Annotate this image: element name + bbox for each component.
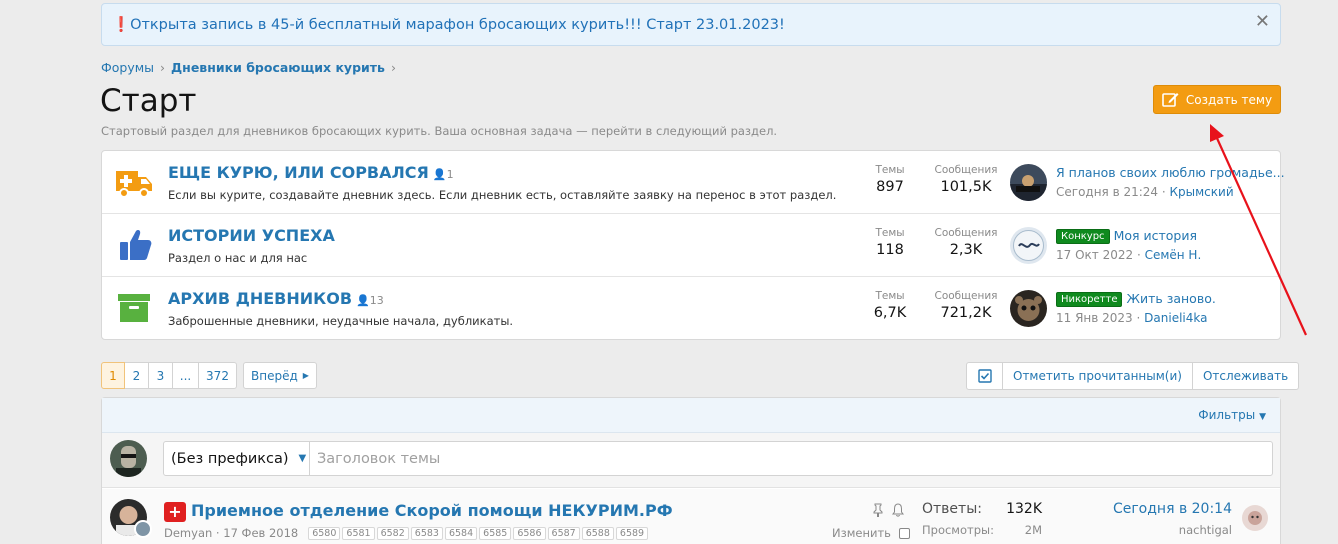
caret-right-icon: ▶ — [302, 371, 309, 380]
user-icon: 👤 — [356, 294, 370, 307]
edit-thread-link[interactable]: Изменить — [832, 526, 910, 540]
page-link-last[interactable]: 372 — [199, 362, 237, 389]
notice-banner: ❗Открыта запись в 45-й бесплатный марафо… — [101, 3, 1281, 46]
next-page-button[interactable]: Вперёд ▶ — [243, 362, 317, 389]
watch-button[interactable]: Отслеживать — [1192, 362, 1300, 390]
thumbs-up-icon — [114, 228, 154, 262]
archive-icon — [114, 291, 154, 325]
page-description: Стартовый раздел для дневников бросающих… — [101, 124, 778, 138]
chevron-right-icon: › — [390, 60, 396, 75]
subforum-row: ИСТОРИИ УСПЕХА Раздел о нас и для нас Те… — [102, 214, 1280, 277]
thread-page-link[interactable]: 6586 — [513, 526, 546, 540]
last-post-title[interactable]: Я планов своих люблю громадье... — [1056, 165, 1285, 180]
bell-icon — [892, 503, 904, 517]
thread-actions: Отметить прочитанным(и) Отслеживать — [966, 362, 1300, 390]
page-link[interactable]: 2 — [125, 362, 149, 389]
messages-stat: Сообщения 721,2K — [934, 290, 998, 321]
messages-stat: Сообщения 101,5K — [934, 164, 998, 195]
subforum-row: АРХИВ ДНЕВНИКОВ 👤13 Заброшенные дневники,… — [102, 277, 1280, 340]
edit-icon — [1162, 93, 1179, 107]
avatar[interactable] — [1010, 290, 1047, 327]
viewers-count: 👤1 — [432, 168, 454, 181]
caret-down-icon: ▼ — [298, 453, 307, 464]
breadcrumb-diaries[interactable]: Дневники бросающих курить — [171, 60, 385, 75]
topics-stat: Темы 118 — [875, 227, 905, 258]
filters-dropdown[interactable]: Фильтры ▼ — [1198, 408, 1266, 422]
breadcrumb: Форумы › Дневники бросающих курить › — [101, 60, 402, 75]
last-post-title[interactable]: Никоретте Жить заново. — [1056, 291, 1216, 307]
thread-page-link[interactable]: 6583 — [410, 526, 443, 540]
thread-page-link[interactable]: 6580 — [308, 526, 341, 540]
thread-status-icons — [872, 503, 904, 517]
thread-stats: Ответы: 132K Просмотры: 2M — [922, 501, 1042, 537]
create-topic-button[interactable]: Создать тему — [1153, 85, 1281, 114]
medical-cross-icon: + — [164, 502, 186, 522]
thread-page-link[interactable]: 6589 — [615, 526, 649, 540]
viewers-count: 👤13 — [356, 294, 384, 307]
quick-thread-form: (Без префикса) ▼ — [163, 441, 1273, 476]
subforum-row: ЕЩЕ КУРЮ, ИЛИ СОРВАЛСЯ 👤1 Если вы курите,… — [102, 151, 1285, 214]
subforum-description: Заброшенные дневники, неудачные начала, … — [168, 314, 514, 328]
filter-bar: Фильтры ▼ — [102, 398, 1280, 433]
last-post-meta: 17 Окт 2022 · Семён Н. — [1056, 248, 1202, 262]
thread-author[interactable]: Demyan — [164, 526, 212, 540]
pagination: 1 2 3 ... 372 — [101, 362, 237, 389]
thread-page-link[interactable]: 6584 — [444, 526, 478, 540]
checkbox-icon — [977, 369, 992, 383]
thread-pages: 6580 6581 6582 6583 6584 6585 6586 6587 … — [308, 526, 649, 540]
close-icon[interactable]: ✕ — [1255, 13, 1270, 31]
topics-stat: Темы 897 — [875, 164, 905, 195]
thread-page-link[interactable]: 6587 — [547, 526, 580, 540]
breadcrumb-forums[interactable]: Форумы — [101, 60, 154, 75]
select-checkbox[interactable] — [898, 527, 910, 539]
subforum-title[interactable]: АРХИВ ДНЕВНИКОВ 👤13 — [168, 289, 384, 308]
select-toggle-button[interactable] — [966, 362, 1003, 390]
ambulance-icon — [114, 165, 154, 199]
chevron-right-icon: › — [160, 60, 166, 75]
avatar[interactable] — [134, 520, 152, 538]
avatar[interactable] — [1010, 164, 1047, 201]
mark-read-button[interactable]: Отметить прочитанным(и) — [1003, 362, 1193, 390]
thread-title[interactable]: Приемное отделение Скорой помощи НЕКУРИМ… — [191, 501, 673, 520]
subforum-list: ЕЩЕ КУРЮ, ИЛИ СОРВАЛСЯ 👤1 Если вы курите,… — [101, 150, 1285, 340]
thread-date[interactable]: 17 Фев 2018 — [223, 526, 298, 540]
last-post-user[interactable]: nachtigal — [1113, 523, 1232, 537]
subforum-title[interactable]: ЕЩЕ КУРЮ, ИЛИ СОРВАЛСЯ 👤1 — [168, 163, 454, 182]
last-post-meta: Сегодня в 21:24 · Крымский — [1056, 185, 1234, 199]
thread-meta: Demyan · 17 Фев 2018 6580 6581 6582 6583… — [164, 526, 649, 540]
thread-page-link[interactable]: 6581 — [342, 526, 375, 540]
prefix-select[interactable]: (Без префикса) ▼ — [164, 442, 310, 475]
avatar[interactable] — [1010, 227, 1047, 264]
messages-stat: Сообщения 2,3K — [934, 227, 998, 258]
subforum-description: Раздел о нас и для нас — [168, 251, 308, 265]
thread-row: + Приемное отделение Скорой помощи НЕКУР… — [102, 489, 1280, 544]
subforum-description: Если вы курите, создавайте дневник здесь… — [168, 188, 837, 202]
topics-stat: Темы 6,7K — [873, 290, 907, 321]
last-post-time[interactable]: Сегодня в 20:14 — [1113, 501, 1232, 517]
page-title: Старт — [100, 83, 197, 119]
avatar[interactable] — [110, 440, 147, 477]
thread-page-link[interactable]: 6588 — [581, 526, 614, 540]
subforum-title[interactable]: ИСТОРИИ УСПЕХА — [168, 226, 335, 245]
user-icon: 👤 — [432, 168, 447, 181]
thread-last-post: Сегодня в 20:14 nachtigal — [1113, 501, 1232, 537]
page-link-current[interactable]: 1 — [101, 362, 125, 389]
create-topic-label: Создать тему — [1185, 92, 1273, 107]
thread-list: Фильтры ▼ (Без префикса)▼ + Приемное отд… — [101, 397, 1281, 544]
thread-page-link[interactable]: 6585 — [479, 526, 512, 540]
prefix-badge[interactable]: Никоретте — [1056, 292, 1123, 307]
notice-text[interactable]: ❗Открыта запись в 45-й бесплатный марафо… — [112, 16, 785, 33]
quick-thread-row: (Без префикса) ▼ — [102, 433, 1280, 488]
page-link[interactable]: 3 — [149, 362, 173, 389]
thread-page-link[interactable]: 6582 — [376, 526, 409, 540]
prefix-badge[interactable]: Конкурс — [1056, 229, 1110, 244]
last-post-meta: 11 Янв 2023 · Danieli4ka — [1056, 311, 1208, 325]
last-post-title[interactable]: Конкурс Моя история — [1056, 228, 1197, 244]
exclamation-icon: ❗ — [112, 17, 131, 33]
thread-title-input[interactable] — [311, 442, 1261, 475]
page-ellipsis[interactable]: ... — [173, 362, 199, 389]
caret-down-icon: ▼ — [1259, 412, 1266, 422]
avatar[interactable] — [1242, 505, 1268, 531]
pin-icon — [873, 503, 883, 517]
